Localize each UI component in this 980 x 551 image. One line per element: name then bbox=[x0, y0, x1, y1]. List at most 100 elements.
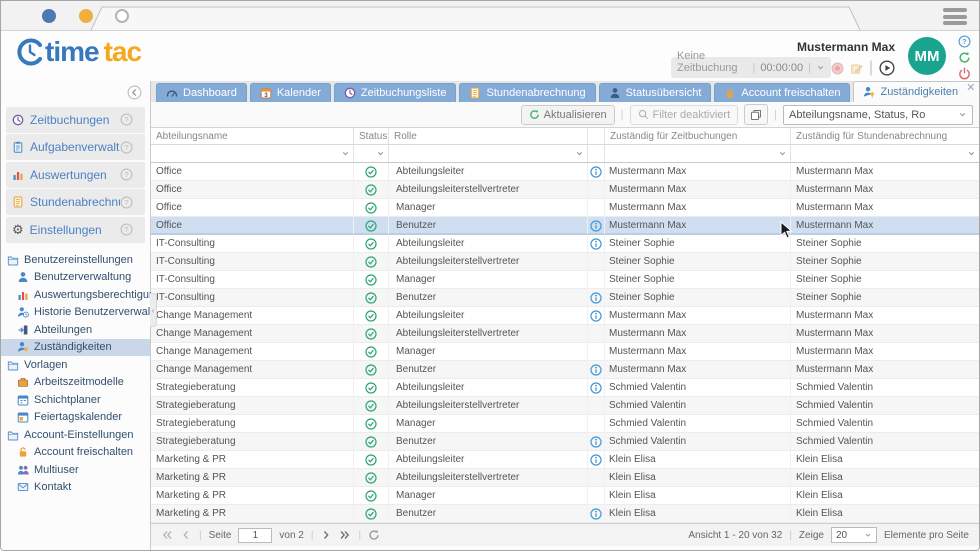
info-circle-icon[interactable] bbox=[590, 220, 602, 232]
tree-item-benutzerverwaltung[interactable]: Benutzerverwaltung bbox=[1, 269, 150, 287]
info-circle-icon[interactable] bbox=[590, 508, 602, 520]
tree-item-zuständigkeiten[interactable]: Zuständigkeiten bbox=[1, 339, 150, 357]
edit-note-icon[interactable] bbox=[850, 62, 863, 75]
refresh-session-icon[interactable] bbox=[958, 51, 971, 64]
window-button-white[interactable] bbox=[115, 9, 129, 23]
table-row[interactable]: IT-ConsultingBenutzerSteiner SophieStein… bbox=[151, 289, 979, 307]
info-circle-icon[interactable] bbox=[590, 454, 602, 466]
info-circle-icon[interactable] bbox=[590, 238, 602, 250]
tab-zuständigkeiten[interactable]: Zuständigkeiten✕ bbox=[853, 81, 980, 102]
table-row[interactable]: Change ManagementAbteilungsleiterstellve… bbox=[151, 325, 979, 343]
table-row[interactable]: StrategieberatungManagerSchmied Valentin… bbox=[151, 415, 979, 433]
tree-item-benutzereinstellungen[interactable]: Benutzereinstellungen bbox=[1, 251, 150, 269]
timetac-logo[interactable]: time tac bbox=[15, 36, 141, 68]
column-header-zuständig-für-zeitbuchungen[interactable]: Zuständig für Zeitbuchungen bbox=[605, 128, 791, 144]
page-size-select[interactable]: 20 bbox=[831, 527, 877, 543]
table-row[interactable]: IT-ConsultingAbteilungsleiterstellvertre… bbox=[151, 253, 979, 271]
table-row[interactable]: Change ManagementManagerMustermann MaxMu… bbox=[151, 343, 979, 361]
table-row[interactable]: Marketing & PRBenutzerKlein ElisaKlein E… bbox=[151, 505, 979, 523]
table-row[interactable]: StrategieberatungAbteilungsleiterSchmied… bbox=[151, 379, 979, 397]
help-circle-gray-icon[interactable]: ? bbox=[120, 141, 133, 154]
sidebar-splitter-handle[interactable]: ‹ bbox=[150, 293, 157, 327]
sidebar-item-aufgabenverwaltung[interactable]: Aufgabenverwaltung? bbox=[6, 134, 145, 160]
help-circle-gray-icon[interactable]: ? bbox=[120, 223, 133, 236]
tree-item-vorlagen[interactable]: Vorlagen bbox=[1, 356, 150, 374]
tree-item-account-freischalten[interactable]: Account freischalten bbox=[1, 444, 150, 462]
sidebar-collapse-icon[interactable] bbox=[127, 85, 142, 100]
prev-page-icon[interactable] bbox=[180, 529, 192, 541]
table-row[interactable]: IT-ConsultingManagerSteiner SophieSteine… bbox=[151, 271, 979, 289]
table-row[interactable]: Marketing & PRAbteilungsleiterstellvertr… bbox=[151, 469, 979, 487]
filter-zuständig-für-stundenabrechnung[interactable] bbox=[791, 145, 979, 162]
column-chooser-button[interactable] bbox=[744, 104, 768, 125]
info-circle-icon[interactable] bbox=[590, 382, 602, 394]
first-page-icon[interactable] bbox=[161, 529, 173, 541]
table-row[interactable]: OfficeAbteilungsleiterMustermann MaxMust… bbox=[151, 163, 979, 181]
filter-abteilungsname[interactable] bbox=[151, 145, 354, 162]
refresh-button[interactable]: Aktualisieren bbox=[521, 105, 615, 125]
table-row[interactable]: Marketing & PRAbteilungsleiterKlein Elis… bbox=[151, 451, 979, 469]
play-icon[interactable] bbox=[879, 60, 895, 76]
last-page-icon[interactable] bbox=[339, 529, 351, 541]
filter-status[interactable] bbox=[354, 145, 389, 162]
table-row[interactable]: StrategieberatungAbteilungsleiterstellve… bbox=[151, 397, 979, 415]
window-button-orange[interactable] bbox=[79, 9, 93, 23]
table-row[interactable]: StrategieberatungBenutzerSchmied Valenti… bbox=[151, 433, 979, 451]
next-page-icon[interactable] bbox=[320, 529, 332, 541]
column-header-rolle[interactable]: Rolle bbox=[389, 128, 588, 144]
filter-rolle[interactable] bbox=[389, 145, 588, 162]
tree-item-feiertagskalender[interactable]: Feiertagskalender bbox=[1, 409, 150, 427]
columns-select[interactable]: Abteilungsname, Status, Ro bbox=[783, 105, 973, 125]
tree-item-account-einstellungen[interactable]: Account-Einstellungen bbox=[1, 426, 150, 444]
help-circle-gray-icon[interactable]: ? bbox=[120, 113, 133, 126]
tab-zeitbuchungsliste[interactable]: Zeitbuchungsliste bbox=[334, 83, 457, 102]
table-row[interactable]: Marketing & PRManagerKlein ElisaKlein El… bbox=[151, 487, 979, 505]
info-circle-icon[interactable] bbox=[590, 292, 602, 304]
tab-kalender[interactable]: 3Kalender bbox=[250, 83, 331, 102]
sidebar-item-einstellungen[interactable]: ⚙Einstellungen? bbox=[6, 217, 145, 243]
tree-item-abteilungen[interactable]: Abteilungen bbox=[1, 321, 150, 339]
tab-account-freischalten[interactable]: Account freischalten bbox=[714, 83, 850, 102]
tab-statusübersicht[interactable]: Statusübersicht bbox=[599, 83, 712, 102]
reload-grid-icon[interactable] bbox=[368, 529, 380, 541]
column-header-zuständig-für-stundenabrechnung[interactable]: Zuständig für Stundenabrechnung bbox=[791, 128, 979, 144]
chevron-down-icon bbox=[778, 149, 787, 158]
table-row[interactable]: OfficeManagerMustermann MaxMustermann Ma… bbox=[151, 199, 979, 217]
filter-button[interactable]: Filter deaktiviert bbox=[630, 105, 739, 125]
tree-item-multiuser[interactable]: Multiuser bbox=[1, 461, 150, 479]
tree-item-arbeitszeitmodelle[interactable]: Arbeitszeitmodelle bbox=[1, 374, 150, 392]
tree-item-kontakt[interactable]: Kontakt bbox=[1, 479, 150, 497]
table-row[interactable]: OfficeAbteilungsleiterstellvertreterMust… bbox=[151, 181, 979, 199]
sidebar-item-zeitbuchungen[interactable]: Zeitbuchungen? bbox=[6, 107, 145, 133]
tree-item-auswertungsberechtigungen[interactable]: Auswertungsberechtigungen bbox=[1, 286, 150, 304]
table-row[interactable]: IT-ConsultingAbteilungsleiterSteiner Sop… bbox=[151, 235, 979, 253]
help-icon[interactable]: ? bbox=[958, 35, 971, 48]
info-circle-icon[interactable] bbox=[590, 364, 602, 376]
power-icon[interactable] bbox=[958, 67, 971, 80]
page-input[interactable] bbox=[238, 528, 272, 543]
time-tracking-widget[interactable]: Keine Zeitbuchung ... | 00:00:00 | bbox=[671, 57, 831, 78]
record-icon[interactable] bbox=[831, 62, 844, 75]
filter-zuständig-für-zeitbuchungen[interactable] bbox=[605, 145, 791, 162]
sidebar-item-stundenabrechnung[interactable]: Stundenabrechnung? bbox=[6, 189, 145, 215]
menu-icon[interactable] bbox=[943, 8, 967, 28]
tab-dashboard[interactable]: Dashboard bbox=[156, 83, 247, 102]
avatar[interactable]: MM bbox=[908, 37, 946, 75]
tree-item-historie-benutzerverwaltung[interactable]: Historie Benutzerverwaltung bbox=[1, 304, 150, 322]
column-header-status[interactable]: Status bbox=[354, 128, 389, 144]
info-circle-icon[interactable] bbox=[590, 436, 602, 448]
info-circle-icon[interactable] bbox=[590, 310, 602, 322]
table-row[interactable]: Change ManagementAbteilungsleiterMusterm… bbox=[151, 307, 979, 325]
tree-item-schichtplaner[interactable]: Schichtplaner bbox=[1, 391, 150, 409]
chevron-down-icon[interactable] bbox=[816, 63, 825, 72]
column-header-abteilungsname[interactable]: Abteilungsname bbox=[151, 128, 354, 144]
tab-stundenabrechnung[interactable]: Stundenabrechnung bbox=[459, 83, 595, 102]
window-button-blue[interactable] bbox=[42, 9, 56, 23]
table-row[interactable]: OfficeBenutzerMustermann MaxMustermann M… bbox=[151, 217, 979, 235]
close-icon[interactable]: ✕ bbox=[966, 83, 975, 94]
help-circle-gray-icon[interactable]: ? bbox=[120, 196, 133, 209]
help-circle-gray-icon[interactable]: ? bbox=[120, 168, 133, 181]
table-row[interactable]: Change ManagementBenutzerMustermann MaxM… bbox=[151, 361, 979, 379]
info-circle-icon[interactable] bbox=[590, 166, 602, 178]
sidebar-item-auswertungen[interactable]: Auswertungen? bbox=[6, 162, 145, 188]
